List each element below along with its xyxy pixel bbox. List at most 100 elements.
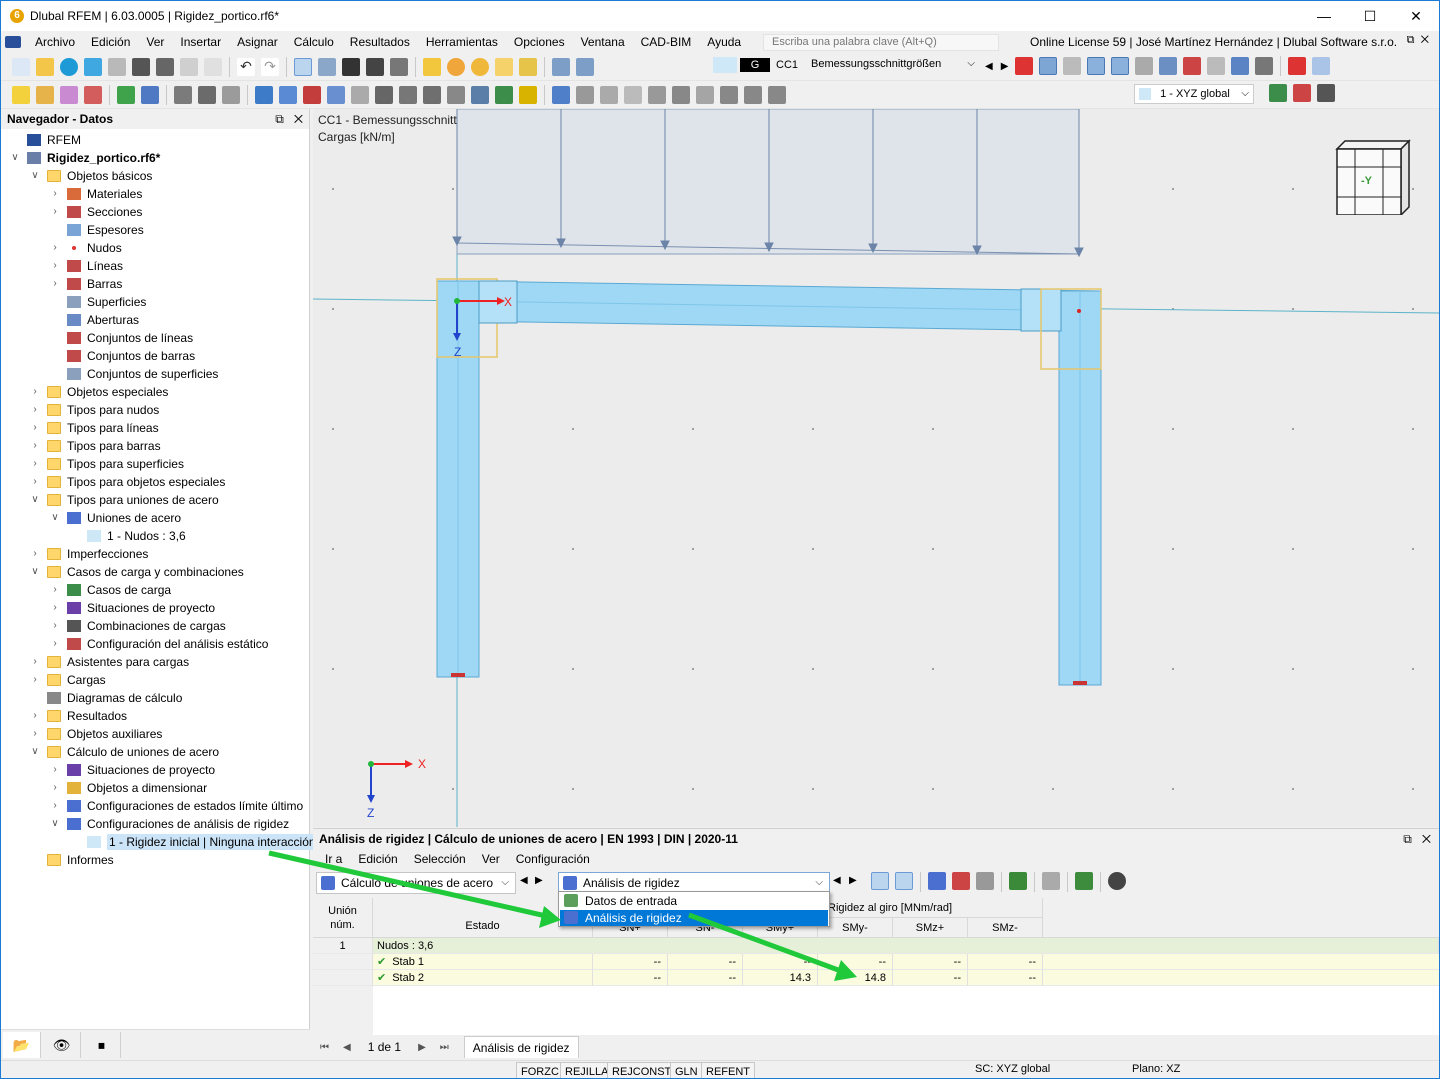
lasso-icon[interactable] bbox=[84, 85, 102, 104]
table-row-1-smy-minus[interactable]: -- bbox=[818, 954, 893, 970]
menu-opciones[interactable]: Opciones bbox=[506, 35, 573, 49]
camera-view-icon[interactable] bbox=[672, 85, 690, 104]
render-icon[interactable] bbox=[1135, 57, 1154, 75]
nav-item[interactable]: › Combinaciones de cargas bbox=[49, 617, 225, 635]
grid-view-icon[interactable] bbox=[318, 57, 336, 76]
dimension-icon[interactable] bbox=[174, 85, 192, 104]
chevron-right-icon[interactable]: › bbox=[29, 422, 41, 434]
nav-item[interactable]: ∨ Rigidez_portico.rf6* bbox=[9, 149, 160, 167]
align-right-icon[interactable] bbox=[768, 85, 786, 104]
results-header-buttons[interactable]: ⧉ ✕ bbox=[1403, 829, 1431, 849]
axis-icon[interactable] bbox=[375, 85, 393, 104]
chevron-right-icon[interactable]: › bbox=[29, 476, 41, 488]
minimize-button[interactable]: — bbox=[1301, 1, 1347, 31]
webservice-icon[interactable] bbox=[84, 57, 102, 76]
mdi-window-buttons[interactable]: ⧉ ✕ bbox=[1407, 34, 1429, 47]
table-row-1-smz-plus[interactable]: -- bbox=[893, 954, 968, 970]
snap-point-icon[interactable] bbox=[696, 85, 714, 104]
chevron-right-icon[interactable]: › bbox=[49, 602, 61, 614]
print-table-icon[interactable] bbox=[1042, 872, 1060, 890]
joint-details-icon[interactable] bbox=[928, 872, 946, 890]
nav-item[interactable]: › Resultados bbox=[29, 707, 127, 725]
chevron-down-icon[interactable]: ∨ bbox=[29, 494, 41, 506]
nav-item[interactable]: › Situaciones de proyecto bbox=[49, 761, 215, 779]
nav-item[interactable]: › Tipos para superficies bbox=[29, 455, 184, 473]
deform-icon[interactable] bbox=[624, 85, 642, 104]
export-excel-icon[interactable] bbox=[1009, 872, 1027, 890]
xxx-icon[interactable] bbox=[976, 872, 994, 890]
report-icon[interactable] bbox=[180, 57, 198, 76]
table-row-2-smz-plus[interactable]: -- bbox=[893, 970, 968, 986]
nav-item[interactable]: Conjuntos de superficies bbox=[49, 365, 218, 383]
results-menu-configuracion[interactable]: Configuración bbox=[508, 852, 598, 866]
chevron-right-icon[interactable]: › bbox=[49, 206, 61, 218]
nav-item[interactable]: › Tipos para objetos especiales bbox=[29, 473, 225, 491]
connect-icon[interactable] bbox=[519, 85, 537, 104]
render-mode-icon[interactable] bbox=[327, 85, 345, 104]
menu-herramientas[interactable]: Herramientas bbox=[418, 35, 506, 49]
help-icon[interactable] bbox=[1108, 872, 1126, 890]
previous-load-icon[interactable] bbox=[552, 57, 570, 76]
guideline-icon[interactable] bbox=[1293, 84, 1311, 102]
previous-page-icon[interactable]: ◀ bbox=[336, 1042, 358, 1053]
nav-item[interactable]: › Imperfecciones bbox=[29, 545, 148, 563]
rotate-icon[interactable] bbox=[495, 85, 513, 104]
next-load-icon[interactable] bbox=[576, 57, 594, 76]
delete-results-icon[interactable] bbox=[1015, 57, 1034, 75]
grid-snap-icon[interactable] bbox=[222, 85, 240, 104]
results-menu-edicion[interactable]: Edición bbox=[350, 852, 405, 866]
menu-edicion[interactable]: Edición bbox=[83, 35, 138, 49]
chevron-right-icon[interactable]: › bbox=[29, 404, 41, 416]
first-page-icon[interactable]: ⏮ bbox=[313, 1042, 336, 1053]
status-gln-button[interactable]: GLN bbox=[670, 1062, 703, 1078]
views-navigator-tab-icon[interactable]: ⏹ bbox=[83, 1031, 121, 1058]
chevron-down-icon[interactable]: ∨ bbox=[29, 566, 41, 578]
chevron-right-icon[interactable]: › bbox=[49, 620, 61, 632]
dropdown-option-datos-de-entrada[interactable]: Datos de entrada bbox=[560, 893, 828, 909]
chevron-down-icon[interactable]: ∨ bbox=[49, 818, 61, 830]
save-icon[interactable] bbox=[132, 57, 150, 76]
results-menu-ver[interactable]: Ver bbox=[474, 852, 508, 866]
copy-icon[interactable] bbox=[471, 85, 489, 104]
menu-calculo[interactable]: Cálculo bbox=[286, 35, 342, 49]
menu-cad-bim[interactable]: CAD-BIM bbox=[633, 35, 700, 49]
chevron-down-icon[interactable]: ∨ bbox=[29, 746, 41, 758]
table-row-2-sn-plus[interactable]: -- bbox=[593, 970, 668, 986]
clipping-icon[interactable] bbox=[1231, 57, 1250, 75]
loadcase-select[interactable]: Bemessungsschnittgrößen ⌵ bbox=[807, 55, 979, 75]
chevron-right-icon[interactable]: › bbox=[29, 710, 41, 722]
nav-item[interactable]: Conjuntos de líneas bbox=[49, 329, 193, 347]
select-icon[interactable] bbox=[12, 85, 30, 104]
status-rejconst-button[interactable]: REJCONST bbox=[607, 1062, 677, 1078]
chevron-right-icon[interactable]: › bbox=[29, 440, 41, 452]
nav-item[interactable]: Conjuntos de barras bbox=[49, 347, 195, 365]
chevron-right-icon[interactable]: › bbox=[29, 656, 41, 668]
visibility-icon[interactable] bbox=[952, 872, 970, 890]
nav-item[interactable]: › Casos de carga bbox=[49, 581, 171, 599]
navigator-header-buttons[interactable]: ⧉ ✕ bbox=[275, 109, 303, 129]
nav-item[interactable]: › Asistentes para cargas bbox=[29, 653, 189, 671]
menu-asignar[interactable]: Asignar bbox=[229, 35, 286, 49]
dropdown-option-analisis-de-rigidez[interactable]: Análisis de rigidez bbox=[560, 910, 828, 926]
app-menu-icon[interactable] bbox=[5, 36, 21, 48]
menu-ver[interactable]: Ver bbox=[138, 35, 172, 49]
nav-item[interactable]: › Cargas bbox=[29, 671, 105, 689]
display-members-icon[interactable] bbox=[1087, 57, 1106, 75]
cursor-icon[interactable] bbox=[1317, 84, 1335, 102]
member-select-icon[interactable] bbox=[60, 85, 78, 104]
table-row-1-sn-minus[interactable]: -- bbox=[668, 954, 743, 970]
chevron-right-icon[interactable]: › bbox=[29, 674, 41, 686]
results-menu-ir-a[interactable]: Ir a bbox=[317, 852, 350, 866]
nav-item[interactable]: › Líneas bbox=[49, 257, 123, 275]
numbering-icon[interactable] bbox=[1207, 57, 1226, 75]
user-icon[interactable] bbox=[117, 85, 135, 104]
table-row-1-smy-plus[interactable]: -- bbox=[743, 954, 818, 970]
nav-item[interactable]: › Barras bbox=[49, 275, 122, 293]
document-icon[interactable] bbox=[204, 57, 222, 76]
cancel-filter-icon[interactable] bbox=[1288, 57, 1307, 75]
chevron-right-icon[interactable]: › bbox=[49, 800, 61, 812]
nav-item[interactable]: ∨ Tipos para uniones de acero bbox=[29, 491, 218, 509]
nav-item[interactable]: ∨ Casos de carga y combinaciones bbox=[29, 563, 243, 581]
nav-item[interactable]: Informes bbox=[29, 851, 114, 869]
nav-item[interactable]: › Configuraciones de estados límite últim… bbox=[49, 797, 303, 815]
